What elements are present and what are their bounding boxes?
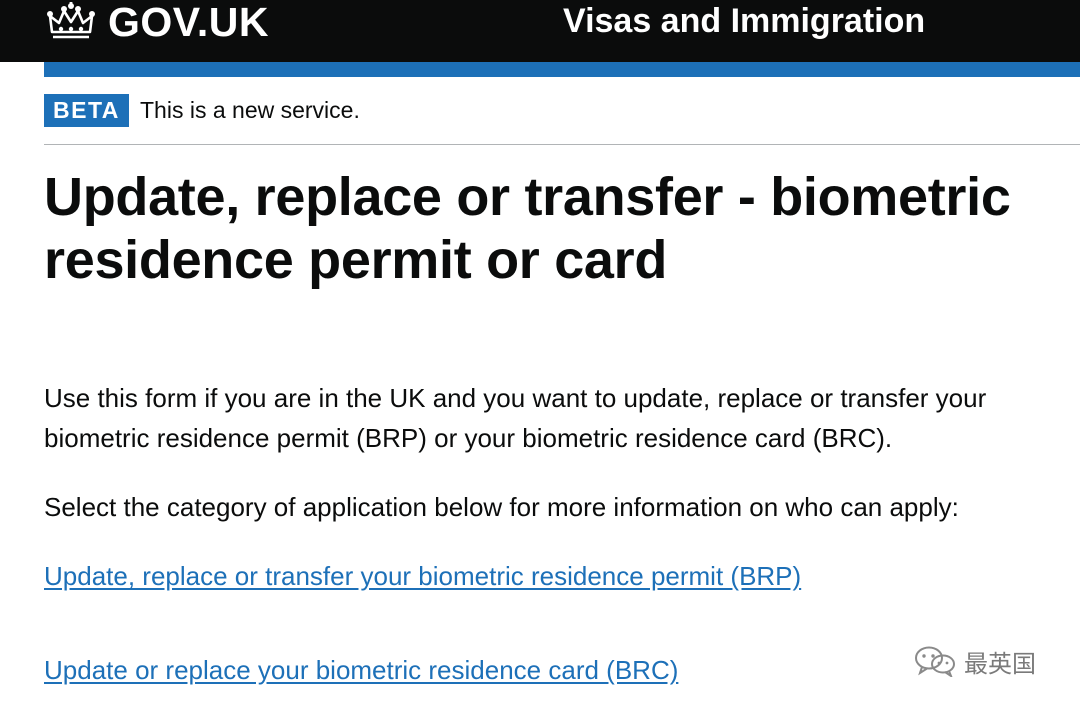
wechat-icon: [915, 646, 955, 677]
beta-tag: BETA: [44, 94, 129, 127]
watermark-text: 最英国: [964, 649, 1036, 678]
service-name[interactable]: Visas and Immigration: [563, 0, 925, 42]
select-category-prompt: Select the category of application below…: [44, 492, 959, 522]
govuk-logo[interactable]: GOV.UK: [44, 0, 269, 44]
brp-link[interactable]: Update, replace or transfer your biometr…: [44, 557, 801, 595]
phase-banner: BETA This is a new service.: [44, 94, 1080, 145]
page-title: Update, replace or transfer - biometric …: [44, 167, 1011, 290]
phase-banner-text: This is a new service.: [140, 97, 360, 123]
crown-icon: [47, 2, 95, 39]
logo-text: GOV.UK: [108, 0, 269, 45]
header-blue-bar: [44, 62, 1080, 77]
intro-paragraph: Use this form if you are in the UK and y…: [44, 383, 987, 453]
brc-link[interactable]: Update or replace your biometric residen…: [44, 651, 678, 689]
watermark: 最英国: [914, 643, 1036, 679]
site-header: GOV.UK Visas and Immigration: [0, 0, 1080, 62]
